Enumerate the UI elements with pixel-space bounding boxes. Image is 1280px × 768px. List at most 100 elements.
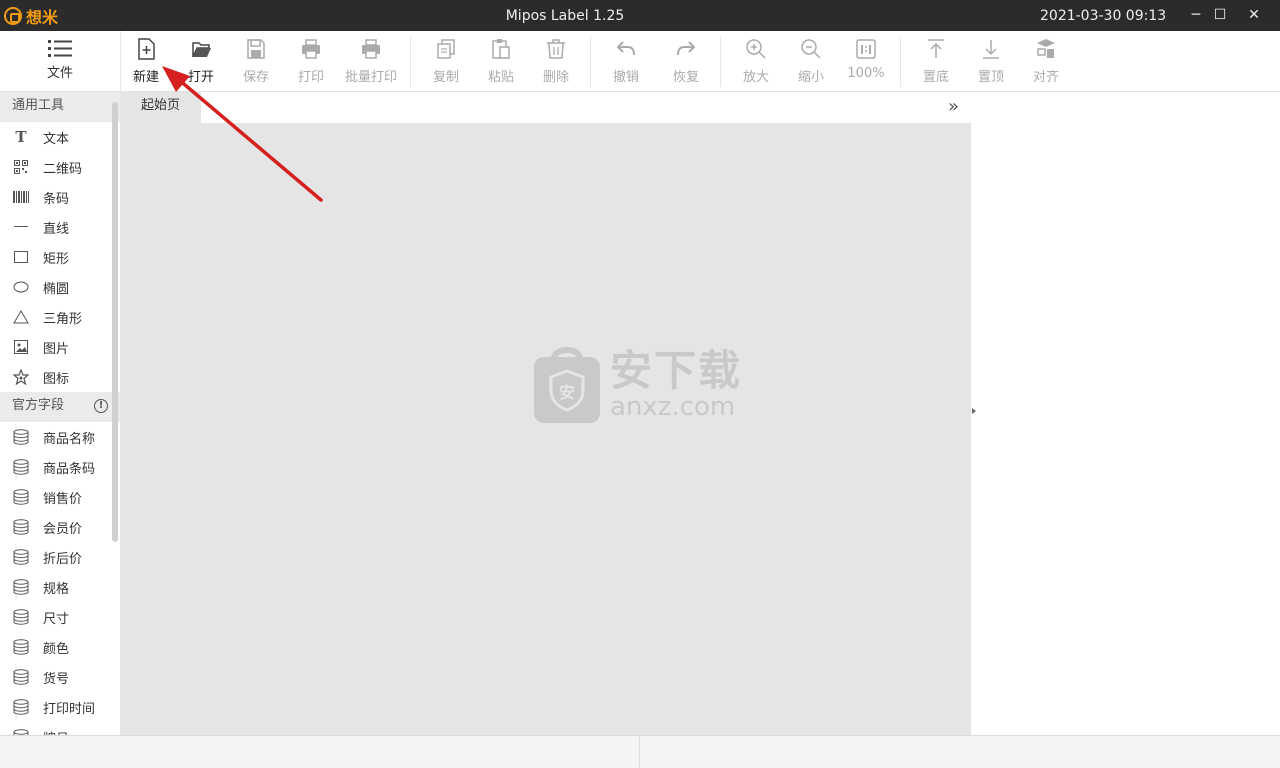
tool-icon[interactable]: 图标 xyxy=(0,362,120,392)
database-icon xyxy=(12,698,30,716)
delete-button[interactable]: 删除 xyxy=(526,37,586,87)
batch-print-button[interactable]: 批量打印 xyxy=(341,37,401,87)
field-sale-price[interactable]: 销售价 xyxy=(0,482,120,512)
send-to-back-button[interactable]: 置底 xyxy=(906,37,966,87)
field-specification[interactable]: 规格 xyxy=(0,572,120,602)
field-product-barcode[interactable]: 商品条码 xyxy=(0,452,120,482)
toolbar-divider xyxy=(590,37,591,87)
zoom-out-icon xyxy=(801,39,821,59)
folder-open-icon xyxy=(192,42,211,58)
printer-icon xyxy=(302,39,320,59)
redo-icon xyxy=(677,41,696,56)
bring-to-front-button[interactable]: 置顶 xyxy=(961,37,1021,87)
left-panel-scrollbar[interactable] xyxy=(112,102,118,542)
ellipse-icon xyxy=(12,278,30,296)
tool-image[interactable]: 图片 xyxy=(0,332,120,362)
database-icon xyxy=(12,608,30,626)
database-icon xyxy=(12,728,30,735)
toolbar: 文件 新建 打开 保存 打印 批量打印 复制 粘贴 删除 撤销 恢复 放大 缩小… xyxy=(0,31,1280,92)
field-color[interactable]: 颜色 xyxy=(0,632,120,662)
minimize-button[interactable]: ─ xyxy=(1186,5,1206,25)
database-icon xyxy=(12,638,30,656)
qrcode-icon xyxy=(12,158,30,176)
tool-ellipse[interactable]: 椭圆 xyxy=(0,272,120,302)
database-icon xyxy=(12,668,30,686)
shield-bag-icon: 安 xyxy=(532,345,602,425)
image-icon xyxy=(12,338,30,356)
triangle-icon xyxy=(12,308,30,326)
barcode-icon xyxy=(12,188,30,206)
database-icon xyxy=(12,458,30,476)
left-panel: 通用工具 T 文本 二维码 条码 直线 矩形 椭圆 三角形 图片 图标 官方字段… xyxy=(0,92,120,735)
text-icon: T xyxy=(15,128,27,146)
print-button[interactable]: 打印 xyxy=(281,37,341,87)
svg-text:安: 安 xyxy=(559,383,575,402)
tool-qrcode[interactable]: 二维码 xyxy=(0,152,120,182)
info-icon[interactable]: ! xyxy=(94,399,108,413)
zoom-in-icon xyxy=(746,39,766,59)
align-icon xyxy=(1037,39,1055,58)
undo-button[interactable]: 撤销 xyxy=(596,37,656,87)
tool-line[interactable]: 直线 xyxy=(0,212,120,242)
database-icon xyxy=(12,578,30,596)
save-button[interactable]: 保存 xyxy=(226,37,286,87)
save-icon xyxy=(247,39,265,59)
zoom-out-button[interactable]: 缩小 xyxy=(781,37,841,87)
copy-icon xyxy=(437,39,455,59)
database-icon xyxy=(12,548,30,566)
line-icon xyxy=(12,218,30,236)
actual-size-button[interactable]: 100% xyxy=(836,37,896,87)
maximize-button[interactable]: ☐ xyxy=(1210,5,1230,25)
database-icon xyxy=(12,428,30,446)
zoom-in-button[interactable]: 放大 xyxy=(726,37,786,87)
status-bar xyxy=(0,735,1280,768)
toolbar-divider xyxy=(900,37,901,87)
watermark-cn: 安下载 xyxy=(610,346,743,395)
document-tabs: 起始页 » xyxy=(120,92,972,123)
field-item-number[interactable]: 货号 xyxy=(0,662,120,692)
file-menu-button[interactable]: 文件 xyxy=(0,31,121,91)
title-bar: 想米 Mipos Label 1.25 2021-03-30 09:13 ─ ☐… xyxy=(0,0,1280,31)
star-icon xyxy=(12,368,30,386)
trash-icon xyxy=(547,39,565,59)
toolbar-divider xyxy=(410,37,411,87)
right-panel xyxy=(971,92,1280,735)
official-fields-header: 官方字段 ! xyxy=(0,392,120,422)
tool-barcode[interactable]: 条码 xyxy=(0,182,120,212)
rectangle-icon xyxy=(12,248,30,266)
paste-button[interactable]: 粘贴 xyxy=(471,37,531,87)
collapse-arrow-icon[interactable] xyxy=(972,408,976,414)
field-size[interactable]: 尺寸 xyxy=(0,602,120,632)
menu-icon xyxy=(47,38,73,58)
open-button[interactable]: 打开 xyxy=(171,37,231,87)
new-button[interactable]: 新建 xyxy=(116,37,176,87)
arrow-down-icon xyxy=(983,40,999,59)
watermark-en: anxz.com xyxy=(610,392,736,422)
batch-printer-icon xyxy=(362,39,380,59)
status-divider xyxy=(639,736,640,768)
field-brand[interactable]: 牌号 xyxy=(0,722,120,735)
new-file-icon xyxy=(138,38,155,60)
undo-icon xyxy=(616,41,635,56)
arrow-up-icon xyxy=(928,39,944,58)
field-print-time[interactable]: 打印时间 xyxy=(0,692,120,722)
align-button[interactable]: 对齐 xyxy=(1016,37,1076,87)
datetime-display: 2021-03-30 09:13 xyxy=(1040,8,1167,24)
tool-text[interactable]: T 文本 xyxy=(0,122,120,152)
field-product-name[interactable]: 商品名称 xyxy=(0,422,120,452)
tab-start-page[interactable]: 起始页 xyxy=(120,92,201,123)
window-title: Mipos Label 1.25 xyxy=(505,8,625,24)
file-label: 文件 xyxy=(46,66,73,81)
close-button[interactable]: ✕ xyxy=(1244,5,1264,25)
tool-triangle[interactable]: 三角形 xyxy=(0,302,120,332)
field-member-price[interactable]: 会员价 xyxy=(0,512,120,542)
expand-panel-button[interactable]: » xyxy=(935,92,972,123)
general-tools-header: 通用工具 xyxy=(0,92,120,122)
copy-button[interactable]: 复制 xyxy=(416,37,476,87)
actual-size-icon xyxy=(856,39,876,59)
tool-rectangle[interactable]: 矩形 xyxy=(0,242,120,272)
field-discount-price[interactable]: 折后价 xyxy=(0,542,120,572)
database-icon xyxy=(12,488,30,506)
redo-button[interactable]: 恢复 xyxy=(656,37,716,87)
database-icon xyxy=(12,518,30,536)
